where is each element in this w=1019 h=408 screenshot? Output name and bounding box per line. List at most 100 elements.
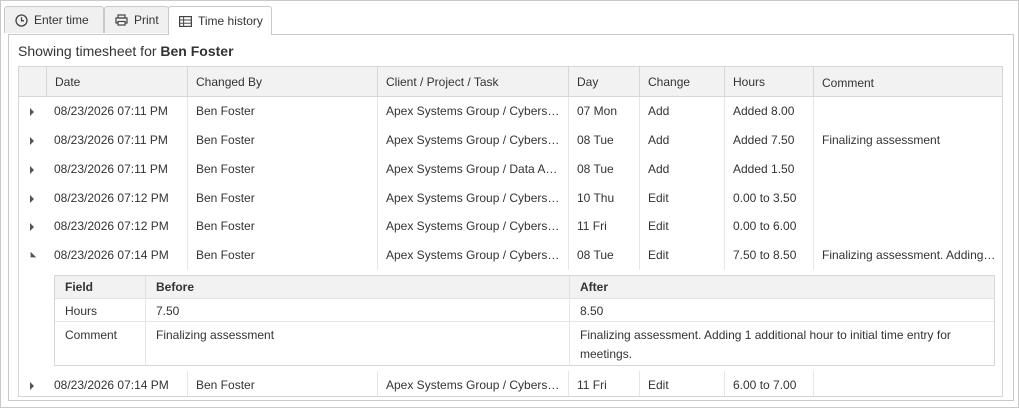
expand-row-icon[interactable]: [19, 371, 45, 396]
cell-date-text: 08/23/2026 07:12 PM: [54, 219, 169, 233]
cell-day: 08 Tue: [568, 155, 639, 184]
tab-label: Time history: [198, 14, 263, 28]
cell-changed-by-text: Ben Foster: [196, 248, 255, 262]
cell-change: Add: [639, 97, 724, 126]
cell-day-text: 07 Mon: [577, 104, 618, 118]
table-icon: [179, 15, 192, 27]
cell-change-text: Edit: [648, 378, 669, 392]
tab-enter-time[interactable]: Enter time: [4, 6, 104, 33]
cell-change-text: Edit: [648, 248, 669, 262]
history-panel: Showing timesheet for Ben Foster Date Ch…: [8, 34, 1014, 401]
cell-day-text: 08 Tue: [577, 133, 614, 147]
cell-changed-by-text: Ben Foster: [196, 104, 255, 118]
cell-date: 08/23/2026 07:11 PM: [46, 126, 187, 155]
triangle-right-icon: [30, 136, 34, 145]
expand-row-icon[interactable]: [19, 126, 45, 155]
cell-hours-text: 0.00 to 6.00: [733, 219, 797, 233]
table-row[interactable]: 08/23/2026 07:12 PM Ben Foster Apex System…: [19, 184, 1002, 213]
cell-changed-by: Ben Foster: [187, 97, 377, 126]
cell-day-text: 08 Tue: [577, 162, 614, 176]
cell-changed-by: Ben Foster: [187, 371, 377, 396]
cell-comment: [813, 97, 1002, 126]
cell-client-project-task: Apex Systems Group / Cybers…: [377, 97, 568, 126]
header-date[interactable]: Date: [46, 67, 187, 96]
detail-header: Field Before After: [55, 276, 994, 299]
cell-comment: [813, 184, 1002, 213]
cell-hours-text: 0.00 to 3.50: [733, 191, 797, 205]
table-row[interactable]: 08/23/2026 07:14 PM Ben Foster Apex System…: [19, 241, 1002, 270]
cell-comment: Finalizing assessment. Adding…: [813, 241, 1002, 270]
cell-date-text: 08/23/2026 07:12 PM: [54, 191, 169, 205]
printer-icon: [115, 14, 128, 26]
cell-day-text: 10 Thu: [577, 191, 615, 205]
table-row[interactable]: 08/23/2026 07:11 PM Ben Foster Apex System…: [19, 155, 1002, 184]
cell-comment: [813, 155, 1002, 184]
cell-date-text: 08/23/2026 07:11 PM: [54, 162, 168, 176]
expand-row-icon[interactable]: [19, 97, 45, 126]
cell-date: 08/23/2026 07:12 PM: [46, 184, 187, 213]
table-row[interactable]: 08/23/2026 07:11 PM Ben Foster Apex System…: [19, 97, 1002, 126]
detail-after: 8.50: [569, 298, 994, 321]
cell-client-project-task: Apex Systems Group / Cybers…: [377, 212, 568, 241]
cell-day: 08 Tue: [568, 126, 639, 155]
cell-changed-by: Ben Foster: [187, 126, 377, 155]
table-row[interactable]: 08/23/2026 07:11 PM Ben Foster Apex System…: [19, 126, 1002, 155]
cell-date-text: 08/23/2026 07:11 PM: [54, 133, 168, 147]
page-title: Showing timesheet for Ben Foster: [18, 43, 234, 59]
table-row[interactable]: 08/23/2026 07:12 PM Ben Foster Apex System…: [19, 212, 1002, 241]
header-changed-by[interactable]: Changed By: [187, 67, 377, 96]
cell-hours: Added 7.50: [724, 126, 813, 155]
triangle-right-icon: [30, 107, 34, 116]
cell-client-project-task: Apex Systems Group / Cybers…: [377, 241, 568, 270]
header-client-project-task[interactable]: Client / Project / Task: [377, 67, 568, 96]
triangle-right-icon: [30, 165, 34, 174]
expand-row-icon[interactable]: [19, 155, 45, 184]
cell-change: Edit: [639, 212, 724, 241]
cell-date-text: 08/23/2026 07:14 PM: [54, 378, 169, 392]
tab-time-history[interactable]: Time history: [168, 6, 272, 35]
tab-label: Enter time: [34, 13, 89, 27]
cell-date-text: 08/23/2026 07:14 PM: [54, 248, 169, 262]
title-prefix: Showing timesheet for: [18, 43, 161, 59]
cell-day-text: 08 Tue: [577, 248, 614, 262]
header-expand: [19, 67, 46, 96]
detail-row: Hours 7.50 8.50: [55, 298, 994, 322]
cell-client-project-task-text: Apex Systems Group / Data A…: [386, 162, 558, 176]
cell-change-text: Edit: [648, 219, 669, 233]
header-day[interactable]: Day: [568, 67, 639, 96]
cell-client-project-task-text: Apex Systems Group / Cybers…: [386, 191, 560, 205]
cell-changed-by-text: Ben Foster: [196, 191, 255, 205]
cell-hours-text: 6.00 to 7.00: [733, 378, 797, 392]
cell-hours: 6.00 to 7.00: [724, 371, 813, 396]
cell-change-text: Add: [648, 133, 670, 147]
cell-date: 08/23/2026 07:12 PM: [46, 212, 187, 241]
cell-date: 08/23/2026 07:14 PM: [46, 371, 187, 396]
tab-print[interactable]: Print: [104, 6, 169, 33]
cell-change: Add: [639, 126, 724, 155]
detail-field: Hours: [65, 304, 98, 318]
detail-row: Comment Finalizing assessment Finalizing…: [55, 322, 994, 365]
header-change[interactable]: Change: [639, 67, 724, 96]
cell-hours-text: Added 1.50: [733, 162, 795, 176]
cell-client-project-task-text: Apex Systems Group / Cybers…: [386, 378, 560, 392]
expand-row-icon[interactable]: [19, 212, 45, 241]
detail-before: Finalizing assessment: [145, 322, 569, 365]
cell-hours-text: 7.50 to 8.50: [733, 248, 797, 262]
cell-hours: Added 1.50: [724, 155, 813, 184]
cell-comment-text: Finalizing assessment: [822, 133, 941, 147]
detail-after: Finalizing assessment. Adding 1 addition…: [569, 322, 994, 365]
grid-header: Date Changed By Client / Project / Task …: [19, 67, 1002, 97]
header-comment[interactable]: Comment: [813, 67, 1002, 96]
cell-client-project-task: Apex Systems Group / Cybers…: [377, 371, 568, 396]
cell-client-project-task: Apex Systems Group / Data A…: [377, 155, 568, 184]
cell-day-text: 11 Fri: [577, 378, 607, 392]
cell-client-project-task-text: Apex Systems Group / Cybers…: [386, 104, 560, 118]
table-row[interactable]: 08/23/2026 07:14 PM Ben Foster Apex System…: [19, 371, 1002, 396]
header-hours[interactable]: Hours: [724, 67, 813, 96]
cell-changed-by: Ben Foster: [187, 241, 377, 270]
expand-row-icon[interactable]: [19, 184, 45, 213]
cell-hours-text: Added 8.00: [733, 104, 795, 118]
detail-header-field: Field: [65, 280, 94, 294]
collapse-row-icon[interactable]: [19, 241, 45, 270]
cell-changed-by-text: Ben Foster: [196, 378, 255, 392]
